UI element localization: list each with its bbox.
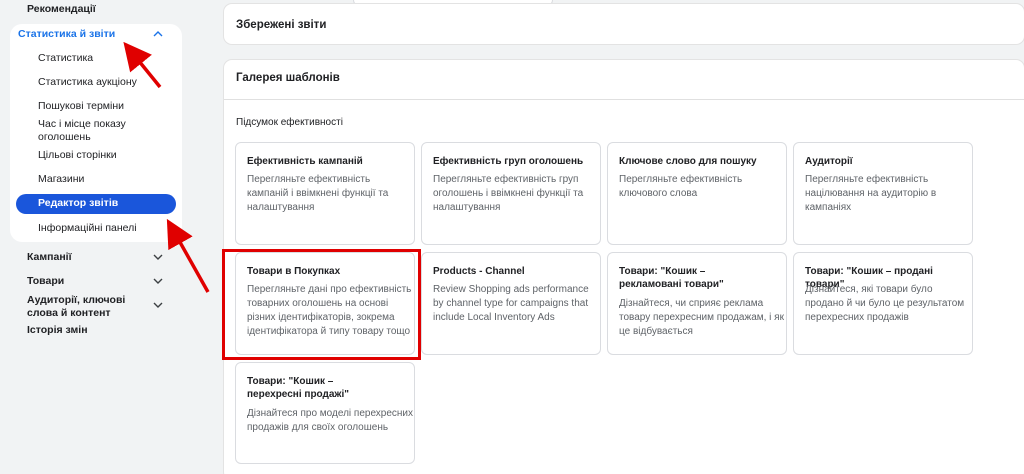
template-card-ad-group-performance[interactable]: Ефективність груп оголошень Перегляньте … <box>421 142 601 245</box>
card-description: Перегляньте ефективність кампаній і ввім… <box>247 174 389 213</box>
card-description: Дізнайтеся, чи сприяє реклама товару пер… <box>619 298 784 337</box>
gallery-title: Галерея шаблонів <box>236 72 340 84</box>
sidebar-item-campaigns[interactable]: Кампанії <box>27 251 147 264</box>
template-card-campaign-performance[interactable]: Ефективність кампаній Перегляньте ефекти… <box>235 142 415 245</box>
chevron-down-icon[interactable] <box>152 299 164 311</box>
card-description: Review Shopping ads performance by chann… <box>433 284 589 323</box>
template-card-products-channel[interactable]: Products - Channel Review Shopping ads p… <box>421 252 601 355</box>
template-card-basket-cross-sell[interactable]: Товари: "Кошик – перехресні продажі" Діз… <box>235 362 415 464</box>
highlight-box <box>222 249 421 360</box>
sidebar-item-stores[interactable]: Магазини <box>38 173 168 186</box>
divider <box>224 99 1024 100</box>
sidebar-item-report-editor[interactable]: Редактор звітів <box>16 194 176 214</box>
card-title: Ефективність кампаній <box>247 156 363 167</box>
template-card-basket-sold[interactable]: Товари: "Кошик – продані товари" Дізнайт… <box>793 252 973 355</box>
template-card-audiences[interactable]: Аудиторії Перегляньте ефективність націл… <box>793 142 973 245</box>
card-description: Дізнайтеся про моделі перехресних продаж… <box>247 408 414 433</box>
sidebar-section-reports[interactable]: Статистика й звіти <box>18 28 115 40</box>
card-description: Перегляньте ефективність груп оголошень … <box>433 174 584 213</box>
sidebar-item-dashboards[interactable]: Інформаційні панелі <box>38 222 168 235</box>
card-title: Ключове слово для пошуку <box>619 156 757 167</box>
sidebar-item-label: Редактор звітів <box>38 197 119 209</box>
main-content: Збережені звіти Галерея шаблонів Підсумо… <box>208 0 1024 474</box>
card-title: Ефективність груп оголошень <box>433 156 584 167</box>
sidebar-item-recommendations[interactable]: Рекомендації <box>27 3 96 15</box>
sidebar-item-audiences-keywords-content[interactable]: Аудиторії, ключові слова й контент <box>27 294 157 320</box>
sidebar-item-landing-pages[interactable]: Цільові сторінки <box>38 149 168 162</box>
card-title: Товари: "Кошик – рекламовані товари" <box>619 266 724 290</box>
report-editor-screen: Рекомендації Статистика й звіти Статисти… <box>0 0 1024 474</box>
sidebar-item-products[interactable]: Товари <box>27 275 147 288</box>
card-description: Перегляньте ефективність націлювання на … <box>805 174 937 213</box>
chevron-up-icon[interactable] <box>152 28 164 40</box>
performance-summary-heading: Підсумок ефективності <box>236 117 343 128</box>
card-description: Дізнайтеся, які товари було продано й чи… <box>805 284 965 323</box>
card-description: Перегляньте ефективність ключового слова <box>619 174 743 199</box>
card-title: Products - Channel <box>433 266 525 277</box>
sidebar-nav: Рекомендації Статистика й звіти Статисти… <box>0 0 208 474</box>
saved-reports-title: Збережені звіти <box>236 19 327 31</box>
chevron-down-icon[interactable] <box>152 275 164 287</box>
template-card-basket-advertised[interactable]: Товари: "Кошик – рекламовані товари" Діз… <box>607 252 787 355</box>
sidebar-item-statistics[interactable]: Статистика <box>38 52 168 65</box>
sidebar-item-search-terms[interactable]: Пошукові терміни <box>38 100 168 113</box>
saved-reports-panel[interactable]: Збережені звіти <box>224 4 1024 44</box>
sidebar-item-when-where-ads-showed[interactable]: Час і місце показу оголошень <box>38 118 138 144</box>
card-title: Аудиторії <box>805 156 853 167</box>
card-title: Товари: "Кошик – перехресні продажі" <box>247 376 350 400</box>
sidebar-item-auction-insights[interactable]: Статистика аукціону <box>38 76 168 89</box>
chevron-down-icon[interactable] <box>152 251 164 263</box>
sidebar-item-change-history[interactable]: Історія змін <box>27 324 147 337</box>
template-card-search-keyword[interactable]: Ключове слово для пошуку Перегляньте ефе… <box>607 142 787 245</box>
